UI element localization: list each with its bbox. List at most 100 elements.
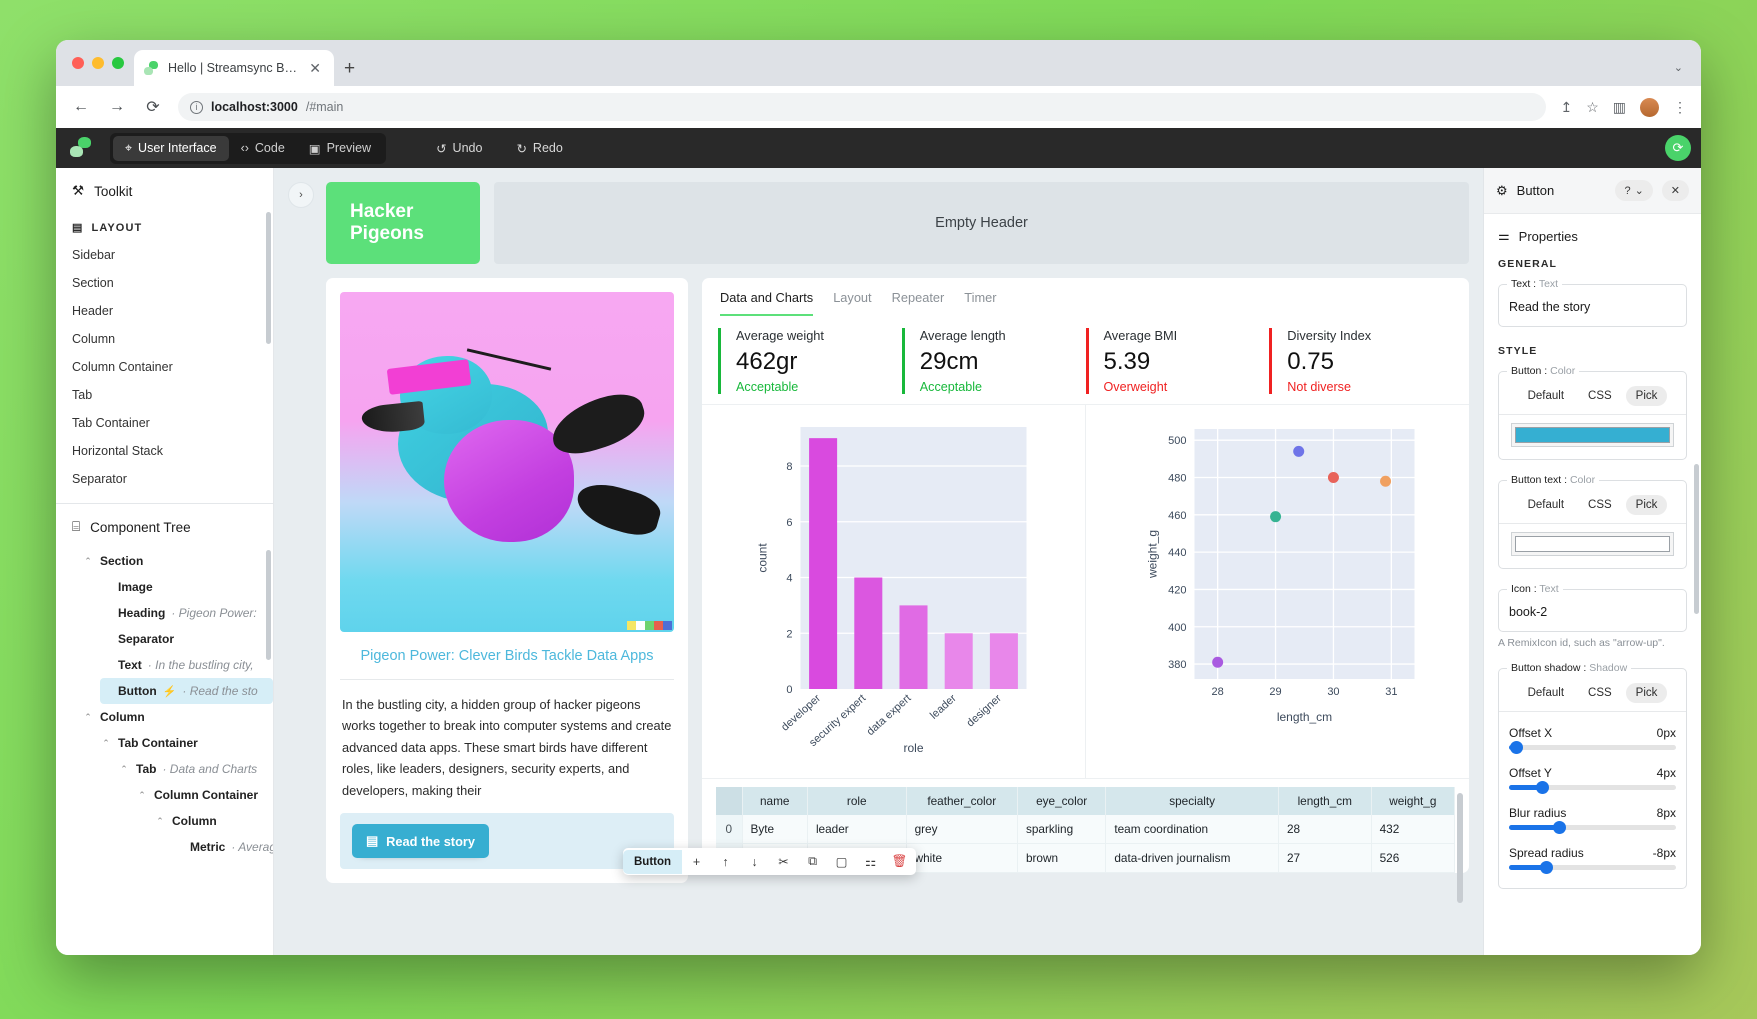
toolkit-item-column-container[interactable]: Column Container [56, 353, 273, 381]
copy-button[interactable]: ⧉ [798, 854, 827, 869]
collapse-panel-button[interactable]: › [288, 182, 314, 208]
read-the-story-button[interactable]: ▤ Read the story [352, 824, 489, 859]
slider-blur-radius[interactable]: Blur radius 8px [1507, 800, 1678, 834]
mode-default[interactable]: Default [1518, 683, 1574, 703]
mode-css[interactable]: CSS [1578, 386, 1622, 406]
field-button-shadow[interactable]: Button shadow : Shadow Default CSS Pick … [1498, 662, 1687, 889]
field-button-color[interactable]: Button : Color Default CSS Pick [1498, 365, 1687, 460]
table-header-cell[interactable]: feather_color [906, 787, 1018, 815]
toolkit-item-header[interactable]: Header [56, 297, 273, 325]
caret-icon[interactable]: ⌃ [154, 816, 166, 827]
add-button[interactable]: + [682, 855, 711, 869]
tree-row[interactable]: ⌃ Column Container [136, 782, 273, 808]
reload-icon[interactable]: ⟳ [142, 97, 164, 117]
story-body-text[interactable]: In the bustling city, a hidden group of … [340, 680, 674, 801]
slider-spread-radius[interactable]: Spread radius -8px [1507, 840, 1678, 874]
delete-button[interactable]: 🗑 [885, 854, 914, 869]
mode-user-interface[interactable]: ⌖ User Interface [113, 135, 229, 161]
redo-button[interactable]: ↻ Redo [504, 136, 574, 161]
table-header-cell[interactable]: weight_g [1371, 787, 1456, 815]
pigeon-image[interactable] [340, 292, 674, 632]
slider-track[interactable] [1509, 821, 1676, 834]
toolkit-item-column[interactable]: Column [56, 325, 273, 353]
toolkit-item-sidebar[interactable]: Sidebar [56, 241, 273, 269]
mode-preview[interactable]: ▣ Preview [297, 136, 383, 161]
table-scrollbar[interactable] [1457, 793, 1463, 903]
toolkit-item-tab-container[interactable]: Tab Container [56, 409, 273, 437]
text-input[interactable]: Read the story [1507, 294, 1678, 318]
mode-css[interactable]: CSS [1578, 495, 1622, 515]
help-button[interactable]: ? ⌄ [1615, 180, 1653, 201]
maximize-window-button[interactable] [112, 57, 124, 69]
tree-row[interactable]: ⌃ Tab · Data and Charts [118, 756, 273, 782]
toolkit-item-separator[interactable]: Separator [56, 465, 273, 493]
scatter-chart[interactable]: 380 400 420 440 460 480 500 28 29 30 31 weight_g len… [1085, 405, 1469, 778]
back-icon[interactable]: ← [70, 98, 92, 116]
mode-default[interactable]: Default [1518, 386, 1574, 406]
tree-row[interactable]: ⌃ Tab Container [100, 730, 273, 756]
slider-track[interactable] [1509, 781, 1676, 794]
button-text-color-swatch[interactable] [1511, 532, 1674, 556]
share-icon[interactable]: ↥ [1560, 99, 1572, 116]
forward-icon[interactable]: → [106, 98, 128, 116]
empty-header-block[interactable]: Empty Header [494, 182, 1469, 264]
cut-button[interactable]: ✂ [769, 854, 798, 869]
tree-row[interactable]: ⌃ Section [82, 548, 273, 574]
slider-track[interactable] [1509, 861, 1676, 874]
field-text[interactable]: Text : Text Read the story [1498, 278, 1687, 327]
toolkit-item-section[interactable]: Section [56, 269, 273, 297]
move-up-button[interactable]: ↑ [711, 855, 740, 869]
table-header-cell[interactable]: length_cm [1278, 787, 1372, 815]
tree-row[interactable]: Button ⚡ · Read the sto [100, 678, 273, 704]
site-info-icon[interactable]: i [190, 100, 203, 114]
browser-menu-icon[interactable]: ⋮ [1673, 99, 1687, 116]
caret-icon[interactable]: ⌃ [82, 712, 94, 723]
caret-icon[interactable]: ⌃ [136, 790, 148, 801]
story-heading[interactable]: Pigeon Power: Clever Birds Tackle Data A… [340, 632, 674, 679]
toolkit-scrollbar[interactable] [266, 212, 271, 344]
parent-button[interactable]: ⚏ [856, 854, 885, 869]
address-bar[interactable]: i localhost:3000 /#main [178, 93, 1547, 121]
toolkit-item-horizontal-stack[interactable]: Horizontal Stack [56, 437, 273, 465]
caret-icon[interactable]: ⌃ [82, 556, 94, 567]
icon-input[interactable]: book-2 [1507, 599, 1678, 623]
hacker-pigeons-badge[interactable]: Hacker Pigeons [326, 182, 480, 264]
tab-data-and-charts[interactable]: Data and Charts [720, 290, 814, 316]
field-button-text-color[interactable]: Button text : Color Default CSS Pick [1498, 474, 1687, 569]
mode-pick[interactable]: Pick [1625, 386, 1668, 406]
field-icon[interactable]: Icon : Text book-2 [1498, 583, 1687, 632]
properties-scrollbar[interactable] [1694, 464, 1699, 614]
table-header-cell[interactable]: role [807, 787, 907, 815]
bar-chart[interactable]: 0 2 4 6 8 developer security expert data expert… [702, 405, 1085, 778]
mode-css[interactable]: CSS [1578, 683, 1622, 703]
undo-button[interactable]: ↺ Undo [424, 136, 494, 161]
tree-row[interactable]: ⌃ Column [82, 704, 273, 730]
tree-row[interactable]: Metric · Average w [172, 834, 273, 860]
metric-average-length[interactable]: Average length 29cm Acceptable [901, 328, 1086, 394]
slider-track[interactable] [1509, 741, 1676, 754]
close-panel-button[interactable]: ✕ [1661, 180, 1689, 201]
tab-timer[interactable]: Timer [964, 290, 996, 316]
close-tab-icon[interactable]: ✕ [306, 59, 324, 77]
table-header-cell[interactable]: specialty [1105, 787, 1279, 815]
sync-status-icon[interactable]: ⟳ [1665, 135, 1691, 161]
mode-default[interactable]: Default [1518, 495, 1574, 515]
caret-icon[interactable]: ⌃ [118, 764, 130, 775]
mode-pick[interactable]: Pick [1625, 495, 1668, 515]
new-tab-button[interactable]: + [334, 59, 365, 86]
metric-average-weight[interactable]: Average weight 462gr Acceptable [718, 328, 902, 394]
table-header-cell[interactable]: name [742, 787, 808, 815]
profile-avatar[interactable] [1640, 97, 1659, 117]
tab-repeater[interactable]: Repeater [892, 290, 945, 316]
tab-layout[interactable]: Layout [833, 290, 871, 316]
bookmark-star-icon[interactable]: ☆ [1586, 99, 1599, 116]
slider-offset-x[interactable]: Offset X 0px [1507, 720, 1678, 754]
table-header-cell[interactable]: eye_color [1017, 787, 1107, 815]
metric-diversity-index[interactable]: Diversity Index 0.75 Not diverse [1269, 328, 1453, 394]
browser-tab[interactable]: Hello | Streamsync Builder ✕ [134, 50, 334, 86]
side-panel-icon[interactable]: ▥ [1613, 99, 1626, 116]
slider-offset-y[interactable]: Offset Y 4px [1507, 760, 1678, 794]
mode-pick[interactable]: Pick [1625, 683, 1668, 703]
tree-row[interactable]: Heading · Pigeon Power: [100, 600, 273, 626]
toolkit-item-tab[interactable]: Tab [56, 381, 273, 409]
